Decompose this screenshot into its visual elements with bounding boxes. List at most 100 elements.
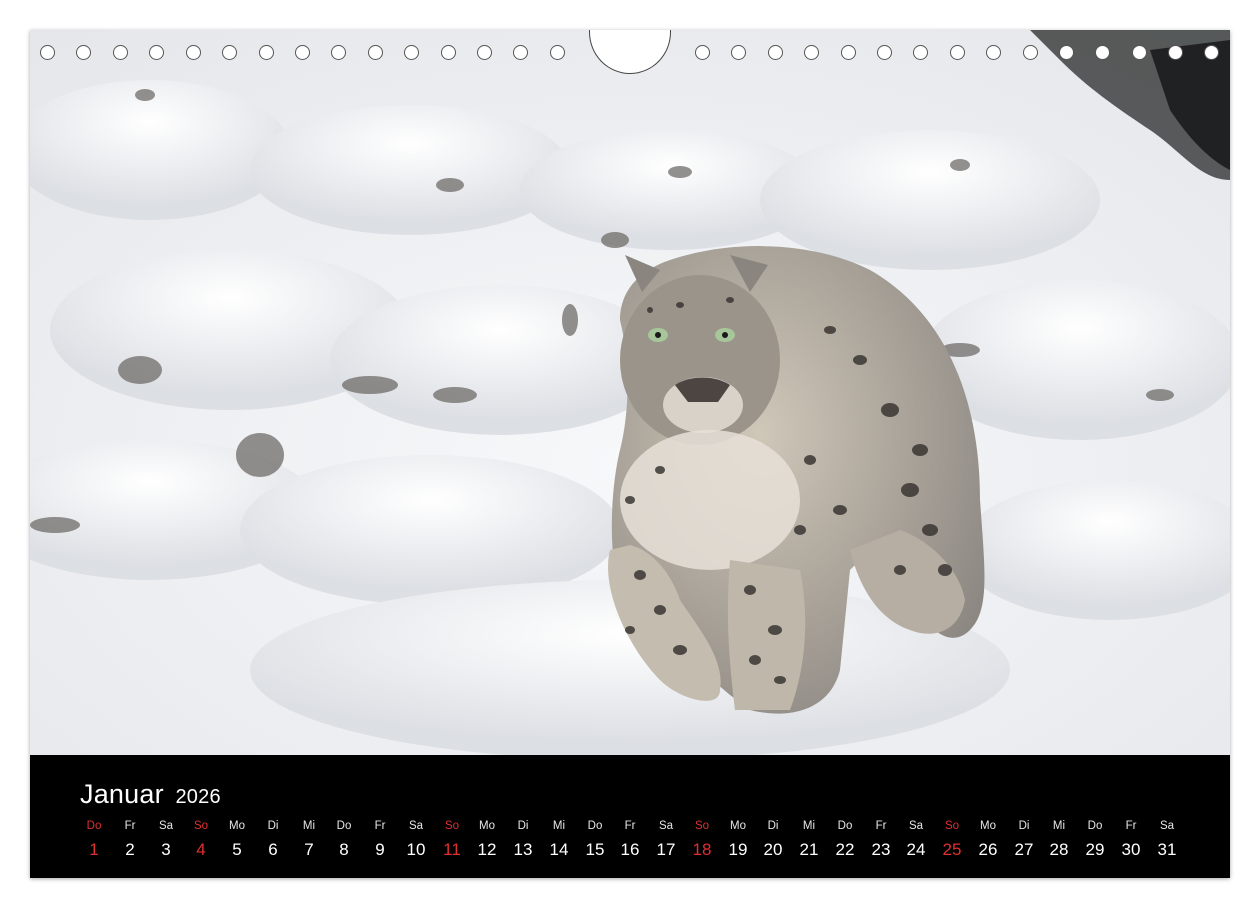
day-of-week-label: Mo [980, 820, 996, 832]
day-number: 17 [656, 840, 676, 859]
day-number: 16 [620, 840, 640, 859]
binding-hole [877, 45, 892, 60]
day-of-week-label: Di [517, 820, 529, 832]
snow-leopard-photo [30, 30, 1230, 755]
binding-hole [1059, 45, 1074, 60]
day-of-week-label: Sa [1159, 820, 1175, 832]
day-number: 1 [89, 840, 99, 859]
day-number: 18 [692, 840, 712, 859]
binding-hole [950, 45, 965, 60]
binding-hole [513, 45, 528, 60]
day-of-week-label: Di [267, 820, 279, 832]
day-number: 27 [1014, 840, 1034, 859]
day-of-week-label: Do [587, 820, 603, 832]
day-of-week-label: So [193, 820, 209, 832]
day-of-week-label: Do [86, 820, 102, 832]
binding-hole [1168, 45, 1183, 60]
day-number: 19 [728, 840, 748, 859]
day-of-week-label: Mi [1052, 820, 1066, 832]
day-of-week-label: Fr [1125, 820, 1137, 832]
binding-hole [695, 45, 710, 60]
day-number: 29 [1085, 840, 1105, 859]
day-of-week-label: Sa [158, 820, 174, 832]
binding-hole [841, 45, 856, 60]
day-number: 15 [585, 840, 605, 859]
day-of-week-label: Fr [124, 820, 136, 832]
binding-hole [477, 45, 492, 60]
day-number: 21 [799, 840, 819, 859]
binding-hole [222, 45, 237, 60]
binding-hole [259, 45, 274, 60]
day-of-week-label: Fr [875, 820, 887, 832]
day-number: 23 [871, 840, 891, 859]
month-heading: Januar 2026 [80, 779, 221, 810]
day-number: 2 [125, 840, 135, 859]
binding-hole [731, 45, 746, 60]
day-number: 13 [513, 840, 533, 859]
day-number: 25 [942, 840, 962, 859]
day-number: 26 [978, 840, 998, 859]
day-number: 31 [1157, 840, 1177, 859]
binding-hole [441, 45, 456, 60]
hanger-cutout [589, 30, 671, 74]
month-name: Januar [80, 779, 164, 809]
day-of-week-label: Mo [479, 820, 495, 832]
binding-hole [768, 45, 783, 60]
day-of-week-label: Do [336, 820, 352, 832]
binding-hole [1023, 45, 1038, 60]
day-number: 10 [406, 840, 426, 859]
day-of-week-label: Do [837, 820, 853, 832]
day-number: 30 [1121, 840, 1141, 859]
binding-hole [913, 45, 928, 60]
day-number: 14 [549, 840, 569, 859]
binding-hole [368, 45, 383, 60]
day-of-week-label: Sa [408, 820, 424, 832]
day-of-week-label: Sa [658, 820, 674, 832]
binding-hole [550, 45, 565, 60]
day-number: 7 [304, 840, 314, 859]
day-number: 24 [906, 840, 926, 859]
binding-hole [295, 45, 310, 60]
day-number: 28 [1049, 840, 1069, 859]
day-of-week-label: Di [1018, 820, 1030, 832]
day-of-week-label: Mi [302, 820, 316, 832]
day-of-week-label: Mo [730, 820, 746, 832]
binding-hole [76, 45, 91, 60]
day-number: 6 [268, 840, 278, 859]
day-number: 12 [477, 840, 497, 859]
day-number: 4 [196, 840, 206, 859]
calendar-page: Januar 2026 Do 1 Fr 2 Sa 3 So 4 Mo 5 Di 6 Mi 7 Do 8 Fr 9 S… [30, 30, 1230, 878]
binding-hole [1204, 45, 1219, 60]
day-number: 3 [161, 840, 171, 859]
calendar-bar: Januar 2026 Do 1 Fr 2 Sa 3 So 4 Mo 5 Di 6 Mi 7 Do 8 Fr 9 S… [30, 755, 1230, 878]
day-of-week-label: Mo [229, 820, 245, 832]
day-of-week-label: So [944, 820, 960, 832]
photo-illustration [30, 30, 1230, 755]
day-number: 8 [339, 840, 349, 859]
day-of-week-label: Fr [624, 820, 636, 832]
binding-hole [331, 45, 346, 60]
binding-hole [986, 45, 1001, 60]
day-number: 20 [763, 840, 783, 859]
year: 2026 [175, 786, 221, 808]
day-of-week-label: So [694, 820, 710, 832]
binding-hole [40, 45, 55, 60]
binding-hole [404, 45, 419, 60]
day-number: 11 [443, 840, 461, 859]
day-of-week-label: Mi [802, 820, 816, 832]
binding-hole [149, 45, 164, 60]
day-of-week-label: Di [767, 820, 779, 832]
binding-hole [804, 45, 819, 60]
binding-hole [186, 45, 201, 60]
binding-hole [1132, 45, 1147, 60]
day-of-week-label: Do [1087, 820, 1103, 832]
binding-hole [1095, 45, 1110, 60]
day-of-week-label: Fr [374, 820, 386, 832]
binding-holes [30, 30, 1230, 80]
day-of-week-label: Mi [552, 820, 566, 832]
binding-hole [113, 45, 128, 60]
day-of-week-label: So [444, 820, 460, 832]
day-number: 22 [835, 840, 855, 859]
day-of-week-label: Sa [908, 820, 924, 832]
day-number: 9 [375, 840, 385, 859]
